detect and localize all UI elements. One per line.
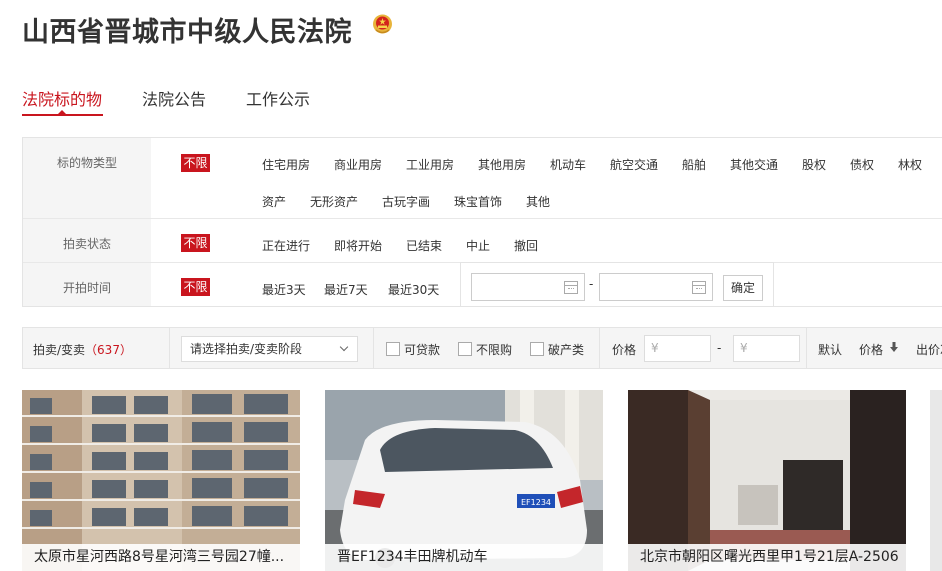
auction-stage-value: 请选择拍卖/变卖阶段 [190, 342, 303, 356]
auction-item-card-partial[interactable] [930, 390, 942, 571]
divider [806, 328, 807, 368]
filter-type-option[interactable]: 资产 [262, 193, 286, 210]
calendar-icon[interactable] [564, 281, 578, 294]
date-range-panel: - 确定 [460, 262, 774, 306]
filter-type-option[interactable]: 林权 [898, 156, 922, 173]
auction-item-card[interactable]: 北京市朝阳区曙光西里甲1号21层A-2506 [628, 390, 906, 571]
arrow-down-icon[interactable] [890, 342, 898, 352]
auction-item-card[interactable]: 太原市星河西路8号星河湾三号园27幢... [22, 390, 300, 571]
court-emblem-icon [373, 14, 392, 34]
auction-item-title[interactable]: 太原市星河西路8号星河湾三号园27幢... [22, 544, 300, 571]
tab-work-disclosure[interactable]: 工作公示 [246, 86, 310, 110]
filter-type-option[interactable]: 债权 [850, 156, 874, 173]
price-max-input[interactable]: ¥ [733, 335, 800, 362]
filter-type-option[interactable]: 机动车 [550, 156, 586, 173]
filter-label-status: 拍卖状态 [62, 237, 111, 251]
price-min-input[interactable]: ¥ [644, 335, 711, 362]
sort-bar: 拍卖/变卖（637） 请选择拍卖/变卖阶段 可贷款 不限购 破产类 价格 ¥ -… [22, 327, 942, 369]
active-tab-underline [22, 114, 103, 116]
result-count: （637） [85, 343, 132, 357]
loan-available-label[interactable]: 可贷款 [404, 341, 440, 358]
auction-stage-select[interactable]: 请选择拍卖/变卖阶段 [181, 336, 358, 362]
filter-label-type: 标的物类型 [56, 156, 117, 170]
sort-price[interactable]: 价格 [859, 341, 883, 358]
sort-bid-count[interactable]: 出价次 [916, 341, 942, 358]
filter-time-all[interactable]: 不限 [181, 278, 210, 296]
filter-status-all[interactable]: 不限 [181, 234, 210, 252]
filter-status-option[interactable]: 撤回 [514, 237, 538, 254]
filter-status-option[interactable]: 正在进行 [262, 237, 310, 254]
filter-type-option[interactable]: 其他交通 [730, 156, 778, 173]
divider [169, 328, 170, 368]
filter-time-option[interactable]: 最近3天 [262, 281, 306, 298]
filter-type-option[interactable]: 船舶 [682, 156, 706, 173]
chevron-down-icon [339, 342, 349, 352]
filter-status-option[interactable]: 已结束 [406, 237, 442, 254]
filter-type-option[interactable]: 股权 [802, 156, 826, 173]
auction-item-title[interactable]: 北京市朝阳区曙光西里甲1号21层A-2506 [628, 544, 906, 571]
no-purchase-limit-label[interactable]: 不限购 [476, 341, 512, 358]
sort-default[interactable]: 默认 [818, 341, 842, 358]
filter-type-option[interactable]: 住宅用房 [262, 156, 310, 173]
tab-court-announcements[interactable]: 法院公告 [142, 86, 206, 110]
license-plate: EF1234 [521, 498, 551, 507]
date-confirm-button[interactable]: 确定 [723, 275, 763, 301]
filter-type-option[interactable]: 商业用房 [334, 156, 382, 173]
auction-item-card[interactable]: EF1234 晋EF1234丰田牌机动车 [325, 390, 603, 571]
divider [373, 328, 374, 368]
filter-type-option[interactable]: 其他用房 [478, 156, 526, 173]
date-range-separator: - [589, 277, 594, 291]
bankruptcy-label[interactable]: 破产类 [548, 341, 584, 358]
filter-type-all[interactable]: 不限 [181, 154, 210, 172]
filter-status-option[interactable]: 即将开始 [334, 237, 382, 254]
divider [599, 328, 600, 368]
start-date-input[interactable] [471, 273, 585, 301]
filter-type-option[interactable]: 航空交通 [610, 156, 658, 173]
loan-available-checkbox[interactable] [386, 342, 400, 356]
auction-item-title[interactable]: 晋EF1234丰田牌机动车 [325, 544, 603, 571]
price-range-label: 价格 [612, 343, 637, 357]
filter-panel: 标的物类型 不限 住宅用房 商业用房 工业用房 其他用房 机动车 航空交通 船舶… [22, 137, 942, 307]
filter-divider [23, 218, 942, 219]
bankruptcy-checkbox[interactable] [530, 342, 544, 356]
active-tab-indicator [58, 110, 66, 114]
calendar-icon[interactable] [692, 281, 706, 294]
auction-type-label: 拍卖/变卖（637） [33, 341, 132, 358]
filter-label-time: 开拍时间 [62, 281, 111, 295]
filter-type-option[interactable]: 工业用房 [406, 156, 454, 173]
filter-time-option[interactable]: 最近30天 [388, 281, 439, 298]
court-title: 山西省晋城市中级人民法院 [22, 17, 352, 48]
tab-court-items[interactable]: 法院标的物 [22, 86, 102, 110]
filter-type-option[interactable]: 珠宝首饰 [454, 193, 502, 210]
price-range-separator: - [717, 341, 722, 355]
no-purchase-limit-checkbox[interactable] [458, 342, 472, 356]
filter-type-option[interactable]: 古玩字画 [382, 193, 430, 210]
filter-type-option[interactable]: 其他 [526, 193, 550, 210]
auction-type-title: 拍卖/变卖 [33, 343, 86, 357]
filter-type-option[interactable]: 无形资产 [310, 193, 358, 210]
end-date-input[interactable] [599, 273, 713, 301]
filter-status-option[interactable]: 中止 [466, 237, 490, 254]
filter-time-option[interactable]: 最近7天 [324, 281, 368, 298]
